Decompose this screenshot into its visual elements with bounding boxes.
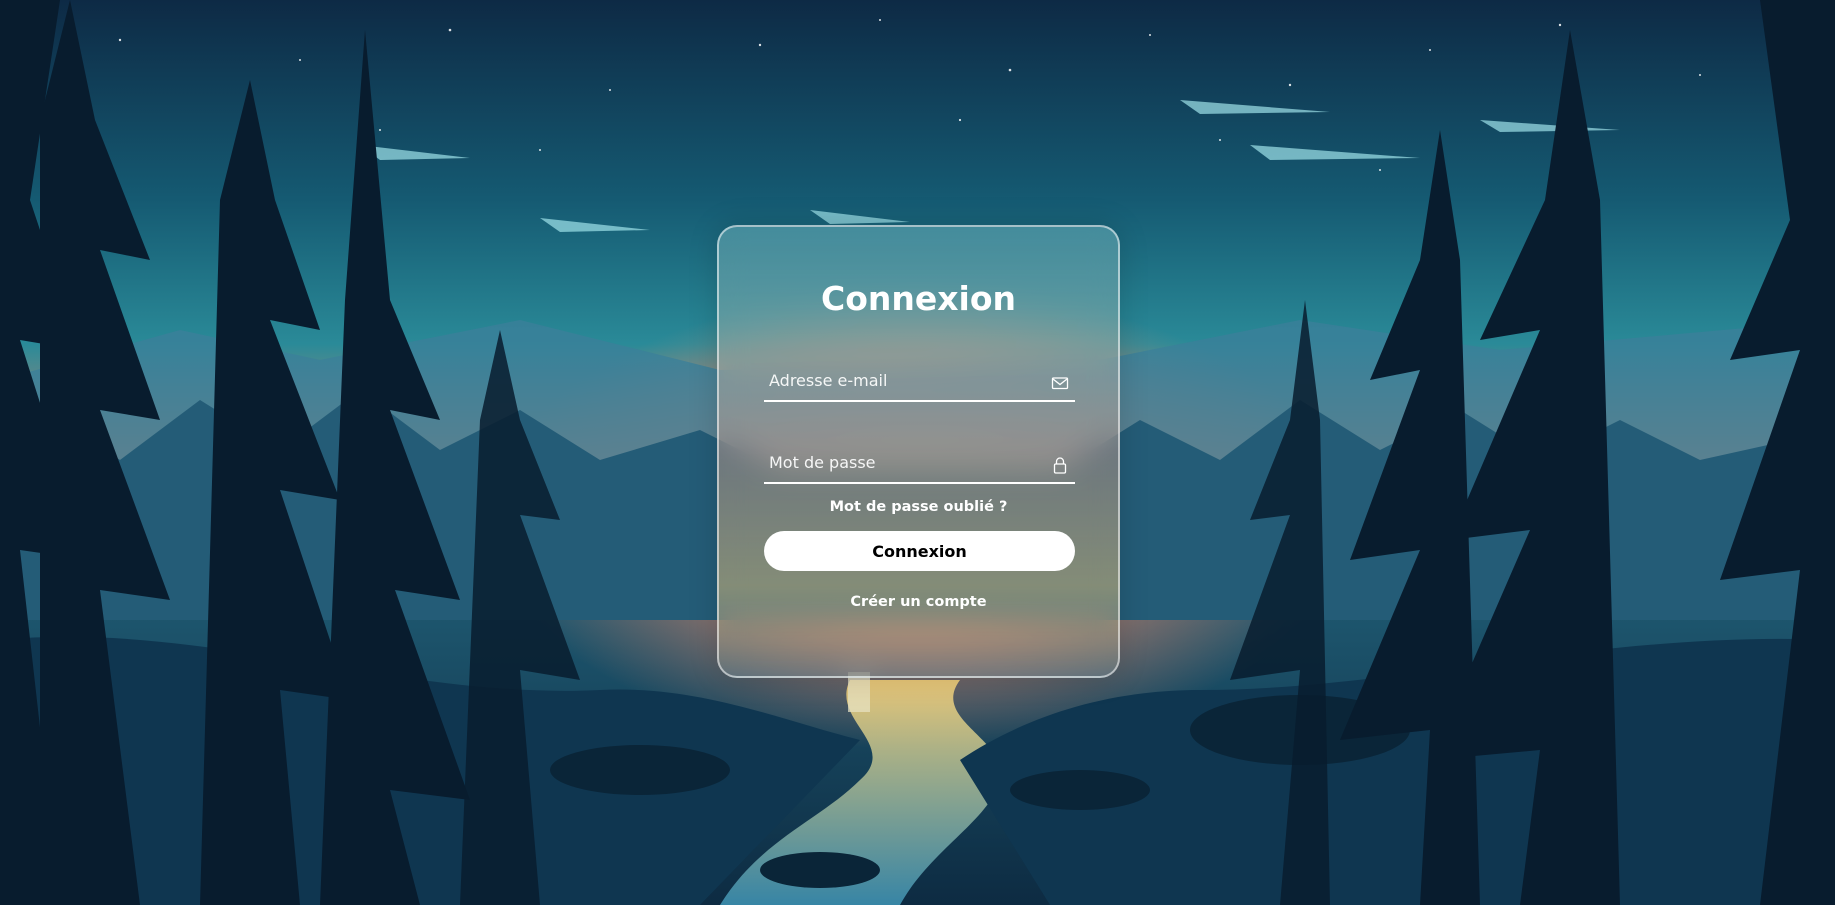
email-field-wrapper	[764, 360, 1075, 402]
page-title: Connexion	[820, 279, 1017, 318]
lock-icon	[1053, 457, 1067, 474]
login-card: Connexion Mot de passe oublié ? Connexio…	[717, 225, 1120, 678]
password-field-wrapper	[764, 442, 1075, 484]
create-account-link[interactable]: Créer un compte	[719, 594, 1118, 610]
mail-icon	[1051, 377, 1069, 390]
email-field[interactable]	[764, 360, 1034, 400]
stars	[118, 19, 1701, 171]
forgot-password-link[interactable]: Mot de passe oublié ?	[719, 499, 1118, 515]
login-button[interactable]: Connexion	[764, 531, 1075, 571]
password-field[interactable]	[764, 442, 1034, 482]
